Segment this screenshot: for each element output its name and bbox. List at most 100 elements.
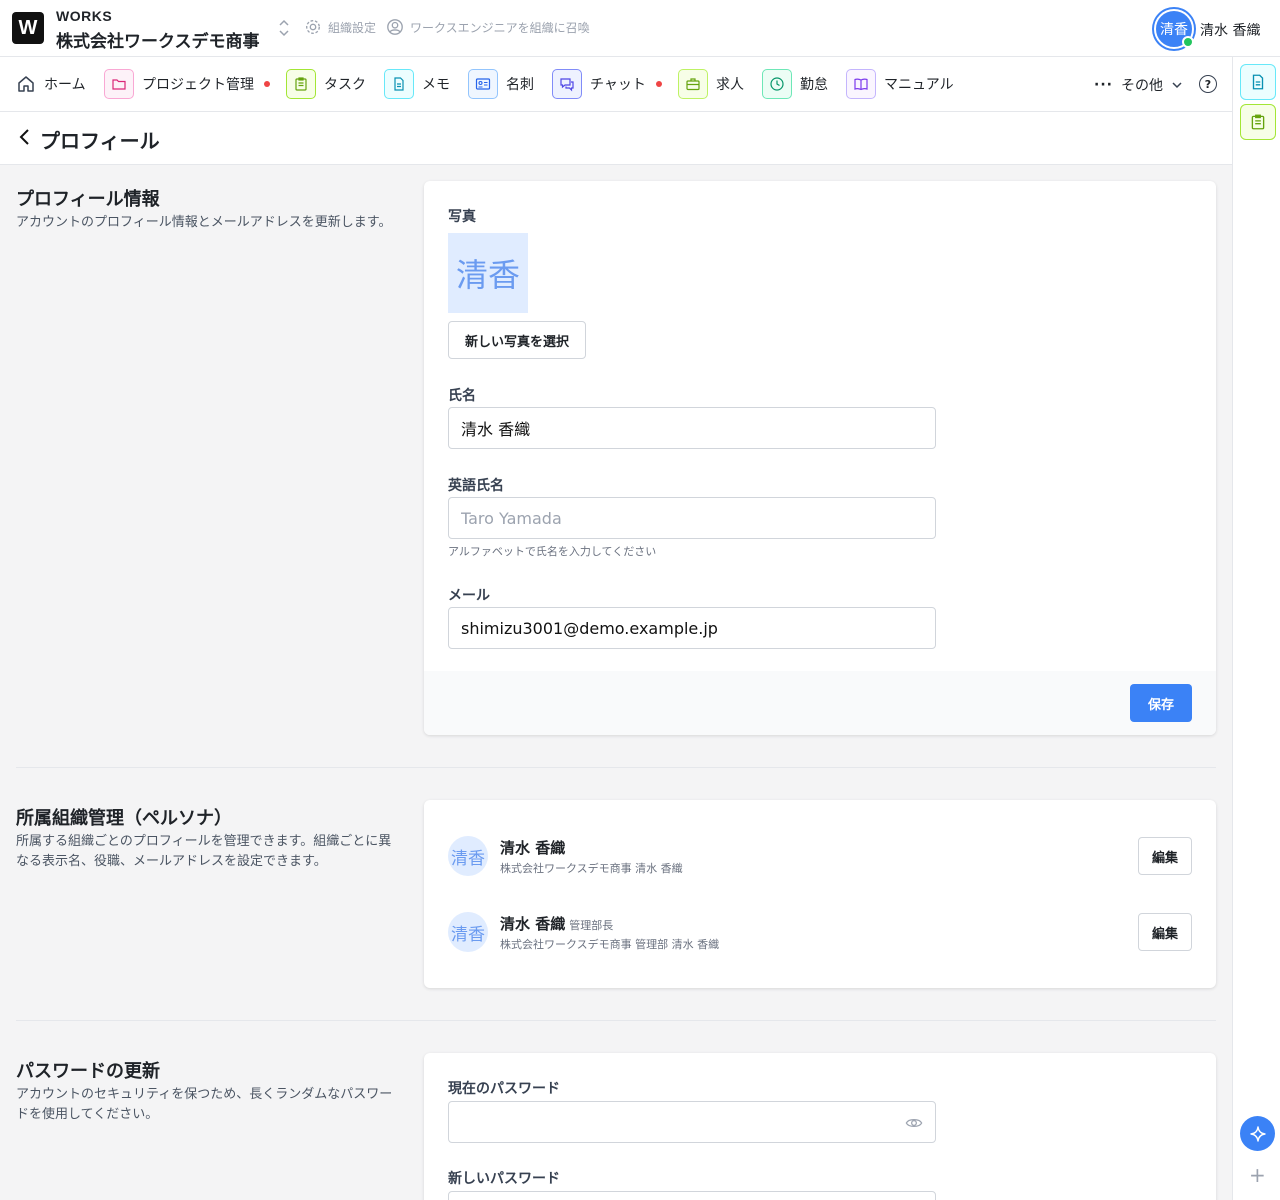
section-divider bbox=[16, 1020, 1216, 1021]
right-rail bbox=[1232, 57, 1280, 1200]
photo-label: 写真 bbox=[448, 209, 476, 225]
nav-label: タスク bbox=[324, 77, 366, 93]
clipboard-icon bbox=[286, 69, 316, 99]
online-status-dot bbox=[1182, 36, 1194, 48]
nav-item-manual[interactable]: マニュアル bbox=[846, 69, 954, 99]
nav-bar: ホーム プロジェクト管理 タスク メモ 名刺 チャット 求人 勤怠 マニュアル … bbox=[0, 57, 1232, 112]
more-menu[interactable]: ··· その他 bbox=[1094, 75, 1183, 95]
persona-item: 清香 清水 香織 株式会社ワークスデモ商事 清水 香織 編集 bbox=[448, 836, 1192, 884]
select-photo-button[interactable]: 新しい写真を選択 bbox=[448, 321, 586, 359]
nav-item-jobs[interactable]: 求人 bbox=[678, 69, 744, 99]
page-header: プロフィール bbox=[0, 112, 1232, 165]
nav-label: ホーム bbox=[44, 77, 86, 93]
nav-label: 名刺 bbox=[506, 77, 534, 93]
new-password-input[interactable] bbox=[448, 1191, 936, 1200]
nav-label: チャット bbox=[590, 77, 646, 93]
chat-icon bbox=[552, 69, 582, 99]
new-password-label: 新しいパスワード bbox=[448, 1171, 560, 1187]
nav-item-projects[interactable]: プロジェクト管理 bbox=[104, 69, 270, 99]
user-name[interactable]: 清水 香織 bbox=[1200, 20, 1260, 40]
top-bar: W WORKS 株式会社ワークスデモ商事 組織設定 ワークスエンジニアを組織に召… bbox=[0, 0, 1280, 57]
notification-dot bbox=[264, 81, 270, 87]
persona-role: 管理部長 bbox=[569, 919, 614, 932]
home-icon bbox=[18, 76, 34, 92]
page-title: プロフィール bbox=[40, 129, 160, 153]
clipboard-icon bbox=[1251, 114, 1265, 130]
org-settings-label: 組織設定 bbox=[328, 20, 377, 35]
english-name-label: 英語氏名 bbox=[448, 478, 504, 494]
profile-card-footer: 保存 bbox=[424, 671, 1216, 735]
invite-engineer-label: ワークスエンジニアを組織に召喚 bbox=[410, 20, 590, 35]
persona-section-description: 所属する組織ごとのプロフィールを管理できます。組織ごとに異なる表示名、役職、メー… bbox=[16, 834, 392, 869]
edit-persona-button[interactable]: 編集 bbox=[1138, 837, 1192, 875]
profile-section-description: アカウントのプロフィール情報とメールアドレスを更新します。 bbox=[16, 215, 392, 230]
password-section-title: パスワードの更新 bbox=[16, 1061, 160, 1082]
nav-item-attendance[interactable]: 勤怠 bbox=[762, 69, 828, 99]
edit-persona-button[interactable]: 編集 bbox=[1138, 913, 1192, 951]
folder-icon bbox=[104, 69, 134, 99]
nav-item-memo[interactable]: メモ bbox=[384, 69, 450, 99]
persona-card: 清香 清水 香織 株式会社ワークスデモ商事 清水 香織 編集 清香 清水 香織管… bbox=[424, 800, 1216, 988]
persona-section-title: 所属組織管理（ペルソナ） bbox=[16, 808, 232, 829]
persona-subtitle: 株式会社ワークスデモ商事 管理部 清水 香織 bbox=[500, 938, 720, 951]
id-card-icon bbox=[468, 69, 498, 99]
english-name-hint: アルファベットで氏名を入力してください bbox=[448, 545, 657, 558]
gear-icon bbox=[306, 20, 320, 34]
save-button[interactable]: 保存 bbox=[1130, 684, 1192, 722]
notification-dot bbox=[655, 81, 662, 87]
nav-label: メモ bbox=[422, 77, 450, 93]
nav-item-chat[interactable]: チャット bbox=[552, 69, 662, 99]
password-section-description: アカウントのセキュリティを保つため、長くランダムなパスワードを使用してください。 bbox=[16, 1087, 393, 1122]
nav-item-tasks[interactable]: タスク bbox=[286, 69, 366, 99]
persona-name: 清水 香織 bbox=[500, 837, 565, 858]
email-label: メール bbox=[448, 588, 490, 604]
nav-item-home[interactable]: ホーム bbox=[16, 69, 86, 99]
profile-section-title: プロフィール情報 bbox=[16, 189, 160, 210]
document-icon bbox=[384, 69, 414, 99]
org-settings-link[interactable]: 組織設定 bbox=[304, 18, 376, 36]
rail-memo-button[interactable] bbox=[1240, 64, 1276, 100]
briefcase-icon bbox=[678, 69, 708, 99]
chevron-down-icon bbox=[1172, 82, 1182, 89]
persona-avatar: 清香 bbox=[448, 836, 488, 876]
nav-label: プロジェクト管理 bbox=[142, 77, 254, 93]
password-card: 現在のパスワード 新しいパスワード bbox=[424, 1053, 1216, 1200]
nav-label: マニュアル bbox=[884, 77, 954, 93]
persona-avatar: 清香 bbox=[448, 912, 488, 952]
persona-name-text: 清水 香織 bbox=[500, 915, 566, 933]
sparkle-icon bbox=[1249, 1125, 1266, 1142]
org-switch-icon[interactable] bbox=[276, 18, 292, 38]
nav-item-business-cards[interactable]: 名刺 bbox=[468, 69, 534, 99]
clock-icon bbox=[762, 69, 792, 99]
english-name-input[interactable] bbox=[448, 497, 936, 539]
persona-subtitle: 株式会社ワークスデモ商事 清水 香織 bbox=[500, 862, 683, 875]
document-icon bbox=[1252, 74, 1264, 90]
dots-icon: ··· bbox=[1094, 77, 1113, 93]
name-input[interactable] bbox=[448, 407, 936, 449]
works-logo[interactable]: W bbox=[12, 12, 44, 44]
org-name[interactable]: 株式会社ワークスデモ商事 bbox=[56, 27, 260, 52]
section-divider bbox=[16, 767, 1216, 768]
ai-assistant-button[interactable] bbox=[1240, 1116, 1275, 1151]
current-password-label: 現在のパスワード bbox=[448, 1081, 560, 1097]
book-icon bbox=[846, 69, 876, 99]
add-icon[interactable]: + bbox=[1249, 1163, 1266, 1187]
profile-card: 写真 清香 新しい写真を選択 氏名 英語氏名 アルファベットで氏名を入力してくだ… bbox=[424, 181, 1216, 735]
nav-label: 求人 bbox=[716, 77, 744, 93]
rail-task-button[interactable] bbox=[1240, 104, 1276, 140]
profile-photo: 清香 bbox=[448, 233, 528, 313]
help-icon[interactable]: ? bbox=[1199, 75, 1217, 93]
email-input[interactable] bbox=[448, 607, 936, 649]
persona-name-text: 清水 香織 bbox=[500, 839, 566, 857]
back-arrow-icon[interactable] bbox=[18, 126, 32, 148]
more-label: その他 bbox=[1120, 78, 1163, 94]
persona-item: 清香 清水 香織 管理部長 株式会社ワークスデモ商事 管理部 清水 香織 編集 bbox=[448, 912, 1192, 960]
invite-engineer-link[interactable]: ワークスエンジニアを組織に召喚 bbox=[386, 18, 590, 36]
nav-label: 勤怠 bbox=[800, 77, 828, 93]
name-label: 氏名 bbox=[448, 388, 476, 404]
persona-name: 清水 香織 管理部長 bbox=[500, 913, 613, 934]
current-password-input[interactable] bbox=[448, 1101, 936, 1143]
eye-icon[interactable] bbox=[905, 1114, 923, 1132]
brand-name: WORKS bbox=[56, 8, 113, 24]
user-circle-icon bbox=[387, 19, 403, 35]
